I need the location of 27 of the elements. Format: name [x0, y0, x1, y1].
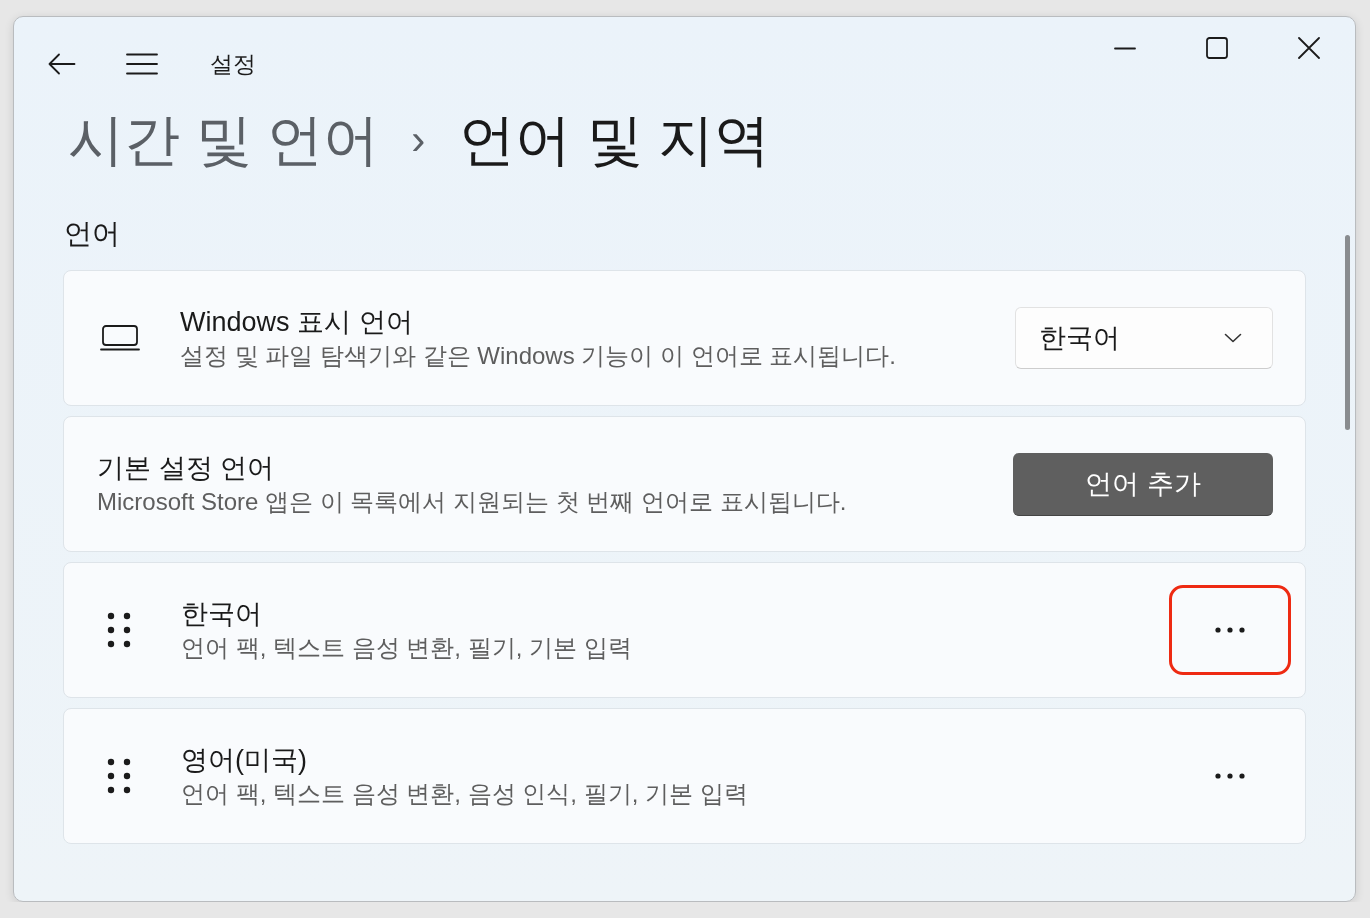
- close-icon: [1298, 37, 1320, 59]
- setting-description: Microsoft Store 앱은 이 목록에서 지원되는 첫 번째 언어로 표시됩니다.: [97, 486, 847, 517]
- laptop-icon: [100, 325, 140, 351]
- more-icon: [1215, 773, 1245, 779]
- back-arrow-icon: [48, 52, 76, 75]
- setting-title: 기본 설정 언어: [97, 451, 274, 485]
- section-heading: 언어: [64, 217, 120, 251]
- menu-icon: [126, 52, 158, 75]
- window-title: 설정: [210, 49, 256, 79]
- more-icon: [1215, 627, 1245, 633]
- setting-title: Windows 표시 언어: [180, 305, 413, 339]
- language-dropdown[interactable]: 한국어: [1015, 307, 1273, 369]
- language-name: 한국어: [181, 597, 262, 631]
- scrollbar-thumb[interactable]: [1345, 235, 1350, 430]
- chevron-down-icon: [1224, 333, 1242, 343]
- setting-description: 설정 및 파일 탐색기와 같은 Windows 기능이 이 언어로 표시됩니다.: [180, 340, 897, 371]
- breadcrumb-separator: ›: [411, 115, 426, 165]
- language-features: 언어 팩, 텍스트 음성 변환, 음성 인식, 필기, 기본 입력: [181, 778, 748, 809]
- language-features: 언어 팩, 텍스트 음성 변환, 필기, 기본 입력: [181, 632, 632, 663]
- maximize-icon: [1206, 37, 1228, 59]
- minimize-icon: [1114, 46, 1136, 50]
- language-name: 영어(미국): [181, 743, 307, 777]
- breadcrumb-link[interactable]: 시간 및 언어: [68, 108, 380, 172]
- drag-handle-icon[interactable]: [107, 612, 131, 648]
- page-title: 언어 및 지역: [459, 108, 771, 172]
- add-language-button[interactable]: 언어 추가: [1013, 452, 1273, 516]
- drag-handle-icon[interactable]: [107, 758, 131, 794]
